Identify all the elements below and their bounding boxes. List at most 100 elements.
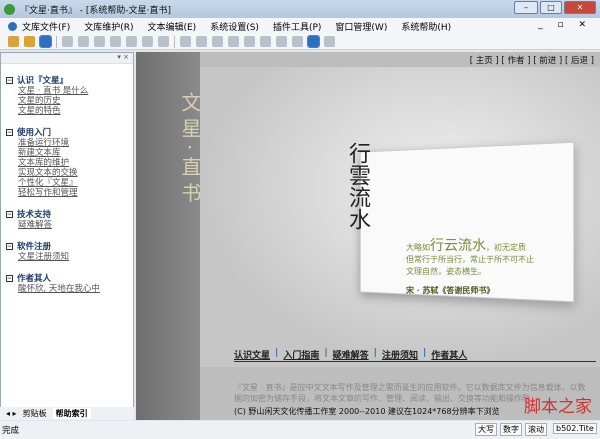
copyright: (C) 野山闲天文化传播工作室 2000--2010 建议在1024*768分辨… — [234, 407, 500, 416]
calligraphy-text: 行雲流水 — [345, 142, 370, 230]
topic-link[interactable]: 认识文星 — [234, 348, 270, 361]
cut-icon[interactable] — [212, 36, 223, 47]
help-link[interactable]: 疑难解答 — [18, 220, 133, 230]
window-title: 『文星·直书』 - [系统帮助-文星·直书] — [20, 5, 171, 16]
help-link[interactable]: 新建文本库 — [18, 148, 133, 158]
link-separator: | — [373, 348, 377, 358]
watermark: 脚本之家 — [524, 397, 592, 417]
poem-text: 大略如 — [406, 243, 430, 252]
help-content: 文星·直书 [ 主页 ] [ 作者 ] [ 前进 ] [ 后退 ] 行雲流水 大… — [136, 52, 600, 420]
collapse-icon[interactable]: − — [6, 274, 13, 282]
properties-icon[interactable] — [110, 36, 121, 47]
section-header[interactable]: − 使用入门 — [6, 126, 133, 138]
help-link[interactable]: 个性化『文星』 — [18, 178, 133, 188]
status-text: 完成 — [2, 426, 20, 436]
section-header[interactable]: − 软件注册 — [6, 240, 133, 252]
menu-settings[interactable]: 系统设置(S) — [210, 20, 259, 33]
help-link[interactable]: 酸怀欣, 天地在我心中 — [18, 284, 133, 294]
caps-indicator: 大写 — [475, 423, 497, 436]
topic-link[interactable]: 注册须知 — [382, 348, 418, 361]
document-icon[interactable] — [62, 36, 73, 47]
poem-highlight: 行云流水 — [430, 238, 486, 254]
copy-icon[interactable] — [228, 36, 239, 47]
topic-link[interactable]: 疑难解答 — [333, 348, 369, 361]
help-section: − 软件注册 文星注册须知 — [6, 240, 133, 262]
mdi-controls[interactable]: _ ▫ ✕ — [538, 20, 592, 30]
collapse-icon[interactable]: − — [6, 210, 13, 218]
help-section: − 认识『文星』 文星 · 直书 是什么 文星的历史 文星的特色 — [6, 74, 133, 116]
tab-help-index[interactable]: 帮助索引 — [52, 408, 91, 419]
help-section: − 使用入门 准备运行环境 新建文本库 文本库的维护 实现文本的交换 个性化『文星』 轻松写作… — [6, 126, 133, 198]
title-bar: 『文星·直书』 - [系统帮助-文星·直书] – □ ✕ — [0, 0, 600, 18]
scroll-indicator: 滚动 — [525, 423, 547, 436]
help-section: − 作者其人 酸怀欣, 天地在我心中 — [6, 272, 133, 294]
collapse-icon[interactable]: − — [6, 76, 13, 84]
nav-forward[interactable]: [ 前进 ] — [533, 56, 562, 66]
preview-icon[interactable] — [78, 36, 89, 47]
poem: 大略如行云流水，初无定质 但常行于所当行，常止于所不可不止 文理自然，姿态横生。… — [406, 238, 600, 296]
collapse-icon[interactable]: − — [6, 128, 13, 136]
toolbar — [0, 34, 600, 50]
clock-icon[interactable] — [158, 36, 169, 47]
open-folder-icon[interactable] — [24, 36, 35, 47]
menu-help[interactable]: 系统帮助(H) — [401, 20, 451, 33]
section-title: 使用入门 — [17, 128, 52, 138]
nav-back[interactable]: [ 后退 ] — [565, 56, 594, 66]
minimize-button[interactable]: – — [514, 1, 538, 14]
poem-source: 宋 · 苏轼《答谢民师书》 — [406, 285, 495, 295]
image-icon[interactable] — [126, 36, 137, 47]
topic-link[interactable]: 入门指南 — [283, 348, 319, 361]
topic-links: 认识文星 | 入门指南 | 疑难解答 | 注册须知 | 作者其人 — [234, 348, 596, 362]
decorative-strip: 文星·直书 — [136, 52, 202, 420]
section-title: 作者其人 — [17, 274, 52, 284]
format-icon[interactable] — [276, 36, 287, 47]
close-button[interactable]: ✕ — [564, 1, 596, 14]
help-section: − 技术支持 疑难解答 — [6, 208, 133, 230]
paste-icon[interactable] — [244, 36, 255, 47]
poem-text: 但常行于所当行，常止于所不可不止 — [406, 255, 534, 264]
save-icon[interactable] — [142, 36, 153, 47]
topic-link[interactable]: 作者其人 — [431, 348, 467, 361]
menu-maintain[interactable]: 文库维护(R) — [84, 20, 133, 33]
menu-window[interactable]: 窗口管理(W) — [335, 20, 387, 33]
mail-icon[interactable] — [94, 36, 105, 47]
section-header[interactable]: − 认识『文星』 — [6, 74, 133, 86]
help-link[interactable]: 文星的特色 — [18, 106, 133, 116]
help-link[interactable]: 准备运行环境 — [18, 138, 133, 148]
help-link[interactable]: 文本库的维护 — [18, 158, 133, 168]
redo-icon[interactable] — [196, 36, 207, 47]
panel-controls[interactable]: ▾ × — [1, 53, 133, 64]
nav-links: [ 主页 ] [ 作者 ] [ 前进 ] [ 后退 ] — [470, 54, 594, 66]
status-bar: 完成 大写 数字 滚动 b502.Tite — [0, 421, 600, 439]
new-icon[interactable] — [8, 36, 19, 47]
undo-icon[interactable] — [180, 36, 191, 47]
menu-edit[interactable]: 文本编辑(E) — [147, 20, 196, 33]
menu-file[interactable]: 文库文件(F) — [22, 20, 70, 33]
app-menu-icon[interactable] — [8, 21, 17, 31]
print-icon[interactable] — [324, 36, 335, 47]
tab-clipboard[interactable]: 剪贴板 — [23, 408, 47, 419]
help-index-panel: ▾ × − 认识『文星』 文星 · 直书 是什么 文星的历史 文星的特色 − 使用入门 准备运… — [0, 52, 134, 420]
nav-author[interactable]: [ 作者 ] — [501, 56, 530, 66]
help-link[interactable]: 实现文本的交换 — [18, 168, 133, 178]
find-icon[interactable] — [260, 36, 271, 47]
section-header[interactable]: − 技术支持 — [6, 208, 133, 220]
nav-home[interactable]: [ 主页 ] — [470, 56, 499, 66]
help-link[interactable]: 文星的历史 — [18, 96, 133, 106]
help-link[interactable]: 文星注册须知 — [18, 252, 133, 262]
section-header[interactable]: − 作者其人 — [6, 272, 133, 284]
poem-text: ，初无定质 — [486, 243, 526, 252]
panel-toggle-icon[interactable] — [39, 35, 52, 48]
link-separator: | — [275, 348, 279, 358]
collapse-icon[interactable]: − — [6, 242, 13, 250]
link-separator: | — [422, 348, 427, 358]
poem-text: 文理自然，姿态横生。 — [406, 267, 486, 276]
maximize-button[interactable]: □ — [540, 1, 562, 14]
triangle-tool-icon[interactable] — [307, 35, 320, 48]
clipboard-icon[interactable] — [292, 36, 303, 47]
tab-scroll-arrows[interactable]: ◂ ▸ — [6, 409, 17, 418]
help-link[interactable]: 轻松写作和管理 — [18, 188, 133, 198]
menu-plugins[interactable]: 插件工具(P) — [273, 20, 321, 33]
num-indicator: 数字 — [500, 423, 522, 436]
help-link[interactable]: 文星 · 直书 是什么 — [18, 86, 133, 96]
